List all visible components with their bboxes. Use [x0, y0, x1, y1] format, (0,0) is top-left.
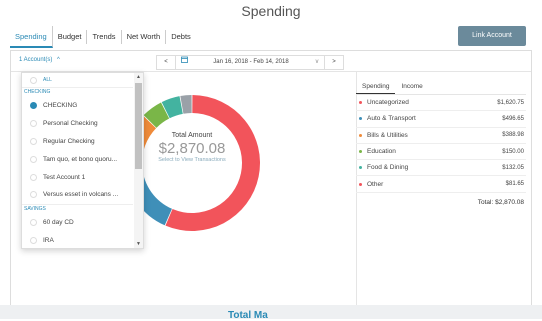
- account-option[interactable]: Versus esset in volcans ...: [22, 186, 133, 204]
- account-option-label: CHECKING: [43, 102, 78, 110]
- filter-bar: 1 Account(s) ^ < Jan 16, 2018 - Feb 14, …: [11, 51, 531, 72]
- account-option[interactable]: IRA: [22, 232, 133, 248]
- scroll-thumb[interactable]: [135, 83, 142, 169]
- radio-circle-icon[interactable]: [30, 219, 37, 227]
- view-transactions-hint: Select to View Transactions: [158, 157, 226, 163]
- tab-spending[interactable]: Spending: [10, 26, 53, 48]
- date-range-label[interactable]: Jan 16, 2018 - Feb 14, 2018: [192, 56, 310, 69]
- account-option[interactable]: CHECKING: [22, 97, 133, 115]
- footer-heading: Total Ma: [228, 310, 268, 321]
- category-row[interactable]: Other $81.65: [356, 176, 526, 193]
- total-amount-label: Total Amount: [171, 132, 213, 139]
- account-option-label: Regular Checking: [43, 137, 95, 145]
- tab-trends[interactable]: Trends: [87, 30, 122, 44]
- radio-circle-icon[interactable]: [30, 120, 37, 128]
- category-color-dot: [359, 150, 362, 154]
- category-amount: $81.65: [505, 181, 524, 188]
- category-name: Education: [367, 148, 396, 156]
- accounts-dropdown: ALL CHECKING CHECKING Personal Checking Regu…: [21, 72, 144, 249]
- category-row[interactable]: Auto & Transport $496.65: [356, 111, 526, 128]
- tab-net-worth[interactable]: Net Worth: [122, 30, 167, 44]
- account-option-label: IRA: [43, 236, 54, 244]
- donut-center[interactable]: Total Amount $2,870.08 Select to View Tr…: [137, 132, 247, 164]
- category-amount: $1,620.75: [497, 99, 524, 106]
- scroll-down-icon[interactable]: ▼: [134, 240, 143, 248]
- category-name: Auto & Transport: [367, 115, 416, 123]
- chevron-up-icon: ^: [57, 57, 60, 63]
- checked-circle-icon[interactable]: [30, 102, 37, 110]
- accounts-selector-label: 1 Account(s): [19, 57, 53, 63]
- total-amount-value: $2,870.08: [158, 140, 226, 157]
- footer-bar: [0, 305, 542, 319]
- link-account-button[interactable]: Link Account: [458, 26, 526, 46]
- radio-circle-icon[interactable]: [30, 236, 37, 244]
- category-amount: $150.00: [502, 148, 524, 155]
- account-option[interactable]: Tam quo, et bono quoru...: [22, 150, 133, 168]
- category-amount: $388.98: [502, 132, 524, 139]
- category-amount: $496.65: [502, 115, 524, 122]
- category-color-dot: [359, 117, 362, 121]
- breakdown-tabs: Spending Income: [356, 80, 526, 95]
- main-tabs: Spending Budget Trends Net Worth Debts: [10, 26, 196, 48]
- category-name: Bills & Utilities: [367, 131, 408, 139]
- account-option-label: Tam quo, et bono quoru...: [43, 155, 118, 163]
- category-color-dot: [359, 133, 362, 137]
- category-name: Food & Dining: [367, 164, 409, 172]
- radio-circle-icon[interactable]: [30, 137, 37, 145]
- tab-debts[interactable]: Debts: [166, 30, 196, 44]
- accounts-list: ALL CHECKING CHECKING Personal Checking Regu…: [22, 73, 133, 248]
- account-option[interactable]: Personal Checking: [22, 115, 133, 133]
- calendar-icon[interactable]: [176, 56, 192, 69]
- date-range-picker: < Jan 16, 2018 - Feb 14, 2018 v >: [156, 55, 344, 70]
- dropdown-scrollbar[interactable]: ▲ ▼: [134, 73, 143, 248]
- account-option-label: Versus esset in volcans ...: [43, 191, 119, 199]
- category-name: Other: [367, 180, 384, 188]
- account-option-all[interactable]: ALL: [22, 73, 133, 87]
- scroll-up-icon[interactable]: ▲: [134, 73, 143, 81]
- radio-circle-icon[interactable]: [30, 76, 37, 84]
- page-title: Spending: [241, 3, 301, 19]
- chevron-down-icon[interactable]: v: [310, 56, 324, 69]
- account-option[interactable]: Regular Checking: [22, 133, 133, 151]
- tab-income-breakdown[interactable]: Income: [395, 80, 428, 94]
- category-list: Uncategorized $1,620.75 Auto & Transport $4…: [356, 95, 526, 193]
- tab-budget[interactable]: Budget: [53, 30, 88, 44]
- tab-spending-breakdown[interactable]: Spending: [356, 80, 396, 94]
- accounts-selector[interactable]: 1 Account(s) ^: [19, 57, 60, 63]
- account-option-label: ALL: [43, 77, 52, 83]
- category-color-dot: [359, 101, 362, 105]
- radio-circle-icon[interactable]: [30, 173, 37, 181]
- category-row[interactable]: Uncategorized $1,620.75: [356, 95, 526, 112]
- category-total: Total: $2,870.08: [477, 198, 524, 206]
- category-color-dot: [359, 182, 362, 186]
- next-period-button[interactable]: >: [324, 56, 343, 69]
- category-breakdown: Spending Income Uncategorized $1,620.75 Au…: [356, 80, 526, 206]
- category-name: Uncategorized: [367, 99, 409, 107]
- category-amount: $132.05: [502, 164, 524, 171]
- section-header-savings: SAVINGS: [22, 203, 133, 214]
- account-option-label: Personal Checking: [43, 120, 98, 128]
- category-row[interactable]: Bills & Utilities $388.98: [356, 128, 526, 144]
- account-option-label: 60 day CD: [43, 219, 74, 227]
- category-row[interactable]: Food & Dining $132.05: [356, 160, 526, 177]
- account-option[interactable]: 60 day CD: [22, 214, 133, 232]
- account-option[interactable]: Test Account 1: [22, 168, 133, 186]
- category-color-dot: [359, 166, 362, 170]
- radio-circle-icon[interactable]: [30, 155, 37, 163]
- category-row[interactable]: Education $150.00: [356, 144, 526, 161]
- radio-circle-icon[interactable]: [30, 191, 37, 199]
- prev-period-button[interactable]: <: [157, 56, 176, 69]
- section-header-checking: CHECKING: [22, 87, 133, 97]
- account-option-label: Test Account 1: [43, 173, 86, 181]
